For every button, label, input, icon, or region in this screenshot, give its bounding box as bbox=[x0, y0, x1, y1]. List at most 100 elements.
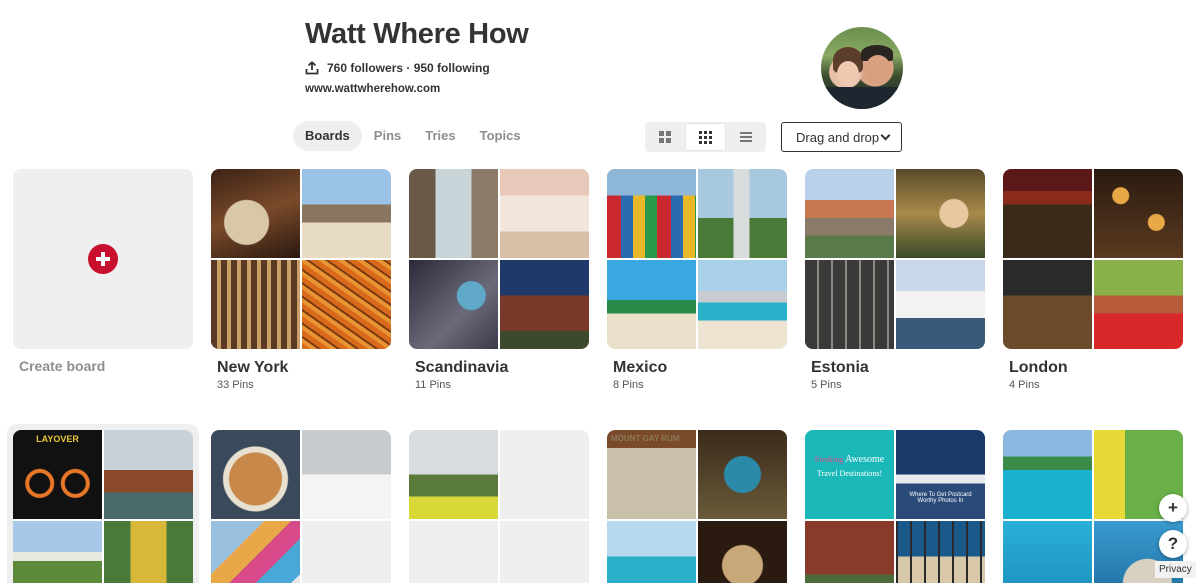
pin-text-freaking: Freaking bbox=[814, 455, 844, 464]
board-cover[interactable]: Freaking Awesome Travel Destinations! Wh… bbox=[805, 430, 985, 583]
pin-image: LAYOVER bbox=[13, 430, 102, 519]
board-pin-count: 11 Pins bbox=[415, 379, 451, 391]
followers-following[interactable]: 760 followers · 950 following bbox=[327, 61, 490, 75]
pin-image bbox=[211, 260, 300, 349]
board-row2-netherlands[interactable] bbox=[409, 430, 589, 583]
pin-image bbox=[698, 521, 787, 583]
board-new-york[interactable]: New York 33 Pins bbox=[211, 169, 391, 391]
board-title[interactable]: London bbox=[1003, 359, 1183, 377]
pin-image bbox=[607, 169, 696, 258]
board-layover[interactable]: LAYOVER bbox=[13, 430, 193, 583]
board-cover[interactable] bbox=[805, 169, 985, 349]
sort-dropdown[interactable]: Drag and drop bbox=[781, 122, 902, 152]
board-cover[interactable]: MOUNT GAY RUM bbox=[607, 430, 787, 583]
chevron-down-icon bbox=[880, 130, 891, 140]
pin-image bbox=[698, 260, 787, 349]
tab-boards[interactable]: Boards bbox=[293, 121, 362, 151]
pin-text-awesome: Awesome bbox=[845, 454, 885, 465]
avatar[interactable] bbox=[821, 27, 903, 109]
pin-image bbox=[607, 521, 696, 583]
create-board-tile[interactable] bbox=[13, 169, 193, 349]
board-cover[interactable] bbox=[607, 169, 787, 349]
board-london[interactable]: London 4 Pins bbox=[1003, 169, 1183, 391]
pin-image bbox=[302, 260, 391, 349]
board-cover[interactable] bbox=[211, 169, 391, 349]
tab-pins[interactable]: Pins bbox=[362, 121, 413, 151]
pin-image bbox=[805, 169, 894, 258]
board-cover[interactable] bbox=[1003, 169, 1183, 349]
pin-text-layover: LAYOVER bbox=[36, 434, 79, 444]
pin-placeholder bbox=[302, 521, 391, 583]
pin-image bbox=[1003, 521, 1092, 583]
grid-compact-icon bbox=[699, 130, 712, 144]
board-cover[interactable] bbox=[211, 430, 391, 583]
pin-image: MOUNT GAY RUM bbox=[607, 430, 696, 519]
board-row2-food[interactable] bbox=[211, 430, 391, 583]
pin-image bbox=[1003, 260, 1092, 349]
tab-topics[interactable]: Topics bbox=[468, 121, 533, 151]
pin-image bbox=[211, 430, 300, 519]
create-board-label[interactable]: Create board bbox=[19, 358, 105, 374]
pin-image bbox=[805, 521, 894, 583]
grid-large-icon bbox=[658, 131, 671, 143]
pin-image bbox=[409, 169, 498, 258]
pin-image bbox=[211, 521, 300, 583]
pin-image bbox=[409, 260, 498, 349]
tab-tries[interactable]: Tries bbox=[413, 121, 467, 151]
board-pin-count: 5 Pins bbox=[811, 379, 842, 391]
pin-image bbox=[409, 430, 498, 519]
pin-image bbox=[1094, 260, 1183, 349]
pin-image bbox=[500, 169, 589, 258]
view-compact-grid-button[interactable] bbox=[684, 123, 727, 151]
help-button[interactable]: ? bbox=[1159, 530, 1187, 558]
board-scandinavia[interactable]: Scandinavia 11 Pins bbox=[409, 169, 589, 391]
profile-tabs: Boards Pins Tries Topics bbox=[293, 121, 533, 151]
profile-header: Watt Where How 760 followers · 950 follo… bbox=[305, 18, 529, 95]
add-icon[interactable] bbox=[88, 244, 118, 274]
board-mexico[interactable]: Mexico 8 Pins bbox=[607, 169, 787, 391]
privacy-link[interactable]: Privacy bbox=[1155, 561, 1196, 578]
pin-image bbox=[607, 260, 696, 349]
pin-text-travel-destinations: Travel Destinations! bbox=[816, 469, 883, 478]
board-pin-count: 33 Pins bbox=[217, 379, 254, 391]
profile-stats: 760 followers · 950 following bbox=[305, 61, 529, 75]
pin-image: Where To Get Postcard Worthy Photos In bbox=[896, 430, 985, 519]
pin-image bbox=[698, 430, 787, 519]
pin-text-mount-gay-rum: MOUNT GAY RUM bbox=[611, 434, 680, 443]
view-toggle bbox=[645, 122, 766, 152]
board-pin-count: 4 Pins bbox=[1009, 379, 1040, 391]
view-large-grid-button[interactable] bbox=[645, 122, 685, 152]
board-title[interactable]: Scandinavia bbox=[409, 359, 589, 377]
pin-image bbox=[500, 260, 589, 349]
pin-image bbox=[698, 169, 787, 258]
pin-image bbox=[211, 169, 300, 258]
list-icon bbox=[740, 130, 753, 144]
profile-website-link[interactable]: www.wattwherehow.com bbox=[305, 83, 529, 95]
board-cover[interactable]: LAYOVER bbox=[13, 430, 193, 583]
add-pin-button[interactable]: + bbox=[1159, 494, 1187, 522]
pin-image bbox=[104, 430, 193, 519]
board-title[interactable]: New York bbox=[211, 359, 391, 377]
pin-placeholder bbox=[409, 521, 498, 583]
pin-text-postcard: Where To Get Postcard Worthy Photos In bbox=[909, 492, 972, 504]
pin-placeholder bbox=[500, 430, 589, 519]
board-cover[interactable] bbox=[409, 169, 589, 349]
board-cover[interactable] bbox=[409, 430, 589, 583]
board-row2-barbados[interactable]: MOUNT GAY RUM bbox=[607, 430, 787, 583]
board-pin-count: 8 Pins bbox=[613, 379, 644, 391]
profile-name: Watt Where How bbox=[305, 18, 529, 50]
board-estonia[interactable]: Estonia 5 Pins bbox=[805, 169, 985, 391]
pin-image bbox=[13, 521, 102, 583]
view-list-button[interactable] bbox=[726, 122, 766, 152]
sort-selected-label: Drag and drop bbox=[796, 129, 880, 145]
board-title[interactable]: Mexico bbox=[607, 359, 787, 377]
pin-image bbox=[805, 260, 894, 349]
pin-image bbox=[302, 169, 391, 258]
pin-image bbox=[1003, 169, 1092, 258]
share-icon[interactable] bbox=[305, 61, 319, 75]
pin-image bbox=[1003, 430, 1092, 519]
board-title[interactable]: Estonia bbox=[805, 359, 985, 377]
pin-image bbox=[896, 169, 985, 258]
board-row2-travel[interactable]: Freaking Awesome Travel Destinations! Wh… bbox=[805, 430, 985, 583]
pin-image bbox=[896, 521, 985, 583]
